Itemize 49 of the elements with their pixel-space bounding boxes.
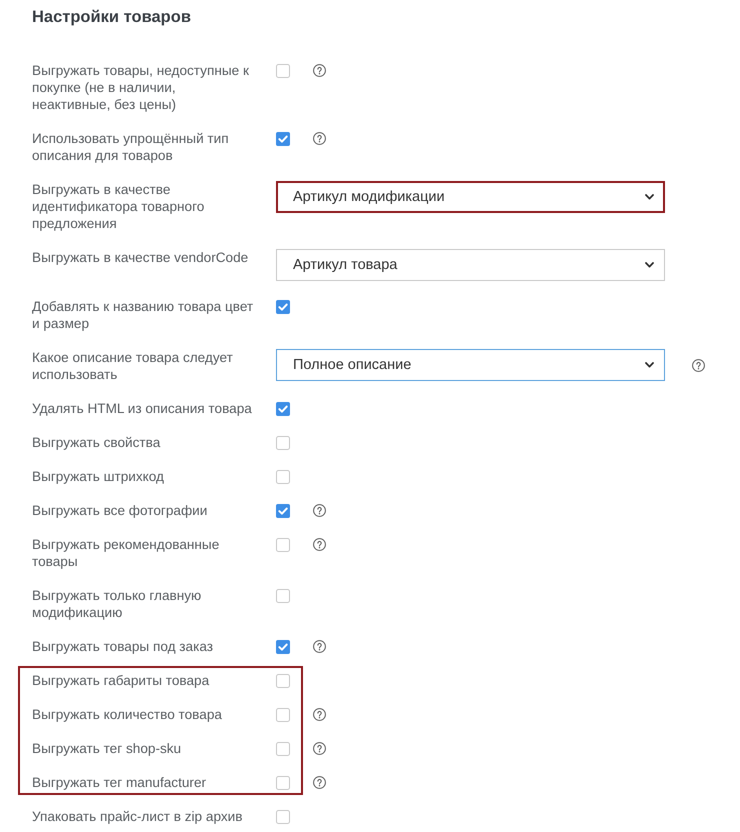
section-title: Настройки товаров [32, 7, 191, 28]
help-icon[interactable] [313, 708, 326, 721]
checkbox[interactable] [276, 640, 290, 654]
checkbox[interactable] [276, 402, 290, 416]
setting-label: Выгружать товары под заказ [32, 638, 214, 655]
help-icon[interactable] [313, 742, 326, 755]
help-icon[interactable] [313, 538, 326, 551]
setting-label: Выгружать свойства [32, 434, 162, 451]
setting-label: Выгружать тег shop-sku [32, 740, 182, 757]
checkbox[interactable] [276, 674, 290, 688]
checkbox[interactable] [276, 300, 290, 314]
setting-label: Использовать упрощённый тип описания для товаров [32, 130, 230, 164]
checkbox[interactable] [276, 810, 290, 824]
checkbox[interactable] [276, 504, 290, 518]
help-icon[interactable] [313, 504, 326, 517]
setting-label: Добавлять к названию товара цвет и размер [32, 298, 254, 332]
dropdown[interactable]: Артикул модификации [276, 181, 665, 213]
chevron-down-icon[interactable] [645, 194, 654, 200]
chevron-down-icon[interactable] [645, 262, 654, 268]
setting-label: Выгружать количество товара [32, 706, 223, 723]
help-icon[interactable] [313, 776, 326, 789]
setting-label: Выгружать товары, недоступные к покупке (не в наличии, неактивные, без цены) [32, 62, 250, 113]
checkbox[interactable] [276, 538, 290, 552]
checkbox[interactable] [276, 436, 290, 450]
dropdown[interactable]: Артикул товара [276, 249, 665, 281]
setting-label: Выгружать в качестве идентификатора товарного предложения [32, 181, 206, 232]
setting-label: Выгружать штрихкод [32, 468, 165, 485]
help-icon[interactable] [313, 640, 326, 653]
checkbox[interactable] [276, 588, 290, 602]
setting-label: Выгружать рекомендованные товары [32, 536, 220, 570]
help-icon[interactable] [313, 132, 326, 145]
checkbox[interactable] [276, 708, 290, 722]
setting-label: Выгружать в качестве vendorCode [32, 249, 250, 266]
checkbox[interactable] [276, 776, 290, 790]
setting-label: Выгружать все фотографии [32, 502, 208, 519]
dropdown[interactable]: Полное описание [276, 349, 665, 381]
checkbox[interactable] [276, 742, 290, 756]
help-icon[interactable] [313, 64, 326, 77]
setting-label: Упаковать прайс-лист в zip архив [32, 808, 244, 825]
help-icon[interactable] [692, 358, 705, 372]
setting-label: Выгружать габариты товара [32, 672, 210, 689]
checkbox[interactable] [276, 132, 290, 146]
setting-label: Какое описание товара следует использовать [32, 349, 234, 383]
setting-label: Выгружать только главную модификацию [32, 587, 202, 621]
setting-label: Удалять HTML из описания товара [32, 400, 253, 417]
chevron-down-icon[interactable] [645, 362, 654, 368]
checkbox[interactable] [276, 64, 290, 78]
checkbox[interactable] [276, 470, 290, 484]
setting-label: Выгружать тег manufacturer [32, 774, 208, 791]
